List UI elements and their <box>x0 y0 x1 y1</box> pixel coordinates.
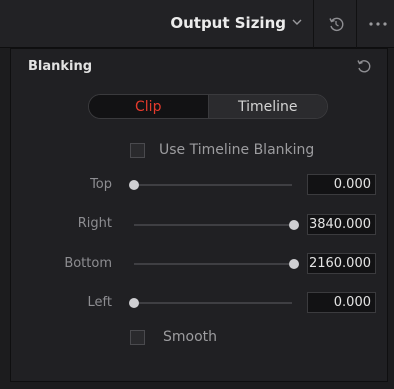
header-divider <box>313 0 314 48</box>
reset-icon[interactable] <box>326 14 346 34</box>
section-title: Blanking <box>28 59 93 74</box>
smooth-label: Smooth <box>163 329 218 345</box>
bottom-value-field[interactable]: 2160.000 <box>307 253 376 274</box>
param-label-left: Left <box>87 295 112 310</box>
tab-timeline[interactable]: Timeline <box>208 95 327 118</box>
bottom-slider-knob[interactable] <box>289 259 299 269</box>
smooth-checkbox[interactable] <box>130 330 145 345</box>
inspector-header: Output Sizing <box>0 0 394 48</box>
param-label-right: Right <box>77 216 112 231</box>
right-slider-knob[interactable] <box>289 220 299 230</box>
tab-clip[interactable]: Clip <box>89 95 209 118</box>
param-label-top: Top <box>90 177 112 192</box>
top-value-field[interactable]: 0.000 <box>307 174 376 195</box>
reset-icon[interactable] <box>355 57 373 75</box>
top-slider-knob[interactable] <box>129 180 139 190</box>
left-value-field[interactable]: 0.000 <box>307 292 376 313</box>
clip-timeline-toggle: Clip Timeline <box>88 94 328 119</box>
chevron-down-icon[interactable] <box>290 15 304 29</box>
panel-title[interactable]: Output Sizing <box>170 14 286 32</box>
top-slider-track[interactable] <box>134 184 292 186</box>
left-slider-track[interactable] <box>134 302 292 304</box>
right-value-field[interactable]: 3840.000 <box>307 214 376 235</box>
right-slider-track[interactable] <box>134 224 292 226</box>
use-timeline-blanking-checkbox[interactable] <box>130 143 145 158</box>
bottom-slider-track[interactable] <box>134 263 292 265</box>
header-divider <box>356 0 357 48</box>
param-label-bottom: Bottom <box>64 256 112 271</box>
more-icon[interactable] <box>366 16 390 32</box>
left-slider-knob[interactable] <box>129 298 139 308</box>
use-timeline-blanking-label: Use Timeline Blanking <box>159 142 315 158</box>
